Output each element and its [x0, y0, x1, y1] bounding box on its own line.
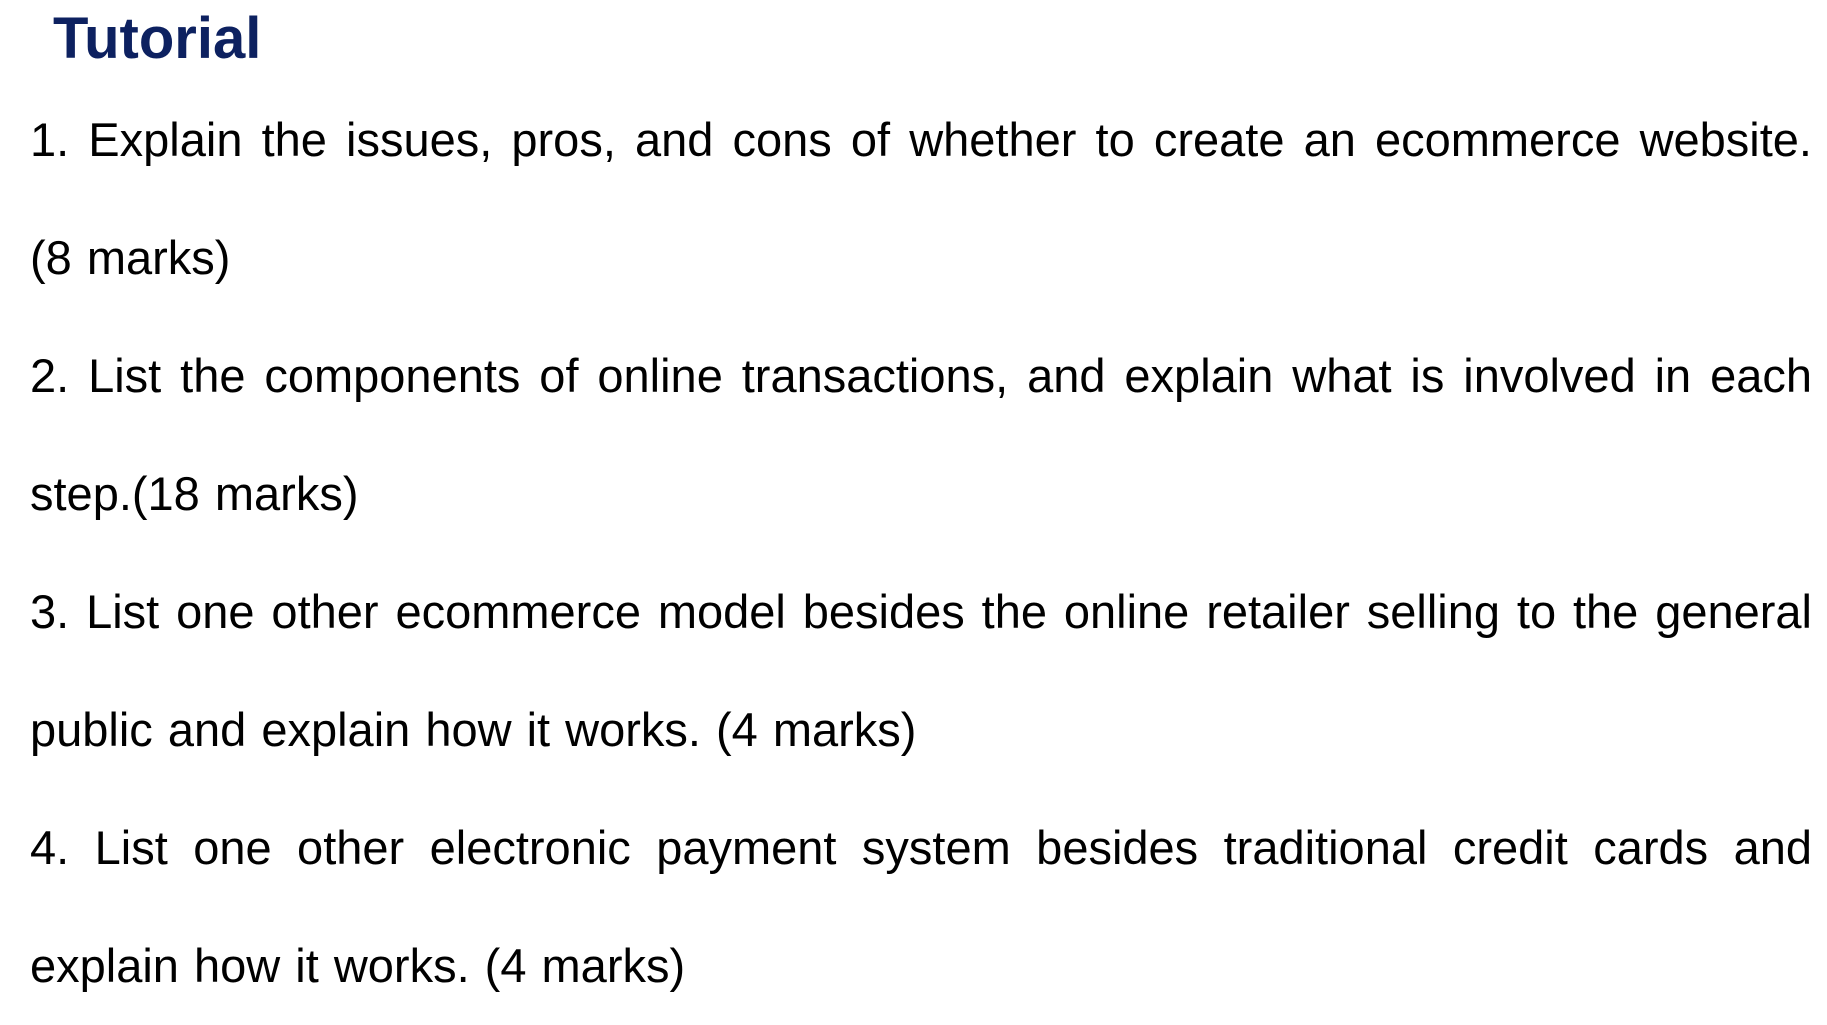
question-4: 4. List one other electronic payment sys… [30, 821, 1812, 992]
document-page: Tutorial 1. Explain the issues, pros, an… [0, 0, 1827, 992]
question-list: 1. Explain the issues, pros, and cons of… [30, 81, 1812, 1025]
question-3: 3. List one other ecommerce model beside… [30, 585, 1812, 756]
question-1: 1. Explain the issues, pros, and cons of… [30, 113, 1812, 284]
page-title: Tutorial [53, 6, 262, 71]
question-2: 2. List the components of online transac… [30, 349, 1812, 520]
